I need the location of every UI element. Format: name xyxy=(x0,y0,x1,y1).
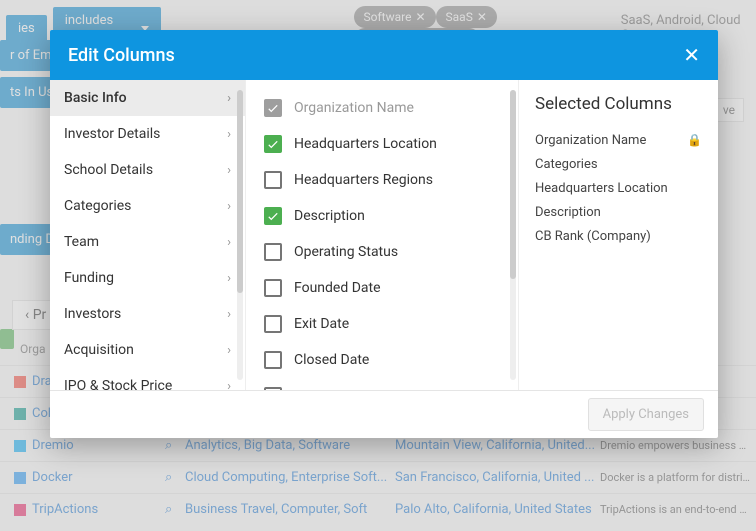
group-label: Acquisition xyxy=(64,342,134,358)
field-row-headquarters-regions[interactable]: Headquarters Regions xyxy=(246,162,518,198)
checkbox[interactable] xyxy=(264,171,282,189)
column-fields-list: Organization Name Headquarters Location He… xyxy=(246,80,518,390)
checkbox[interactable] xyxy=(264,135,282,153)
field-label: Exit Date xyxy=(294,316,349,332)
group-item-acquisition[interactable]: Acquisition › xyxy=(50,332,245,368)
selected-item[interactable]: Description xyxy=(535,200,702,224)
checkbox[interactable] xyxy=(264,315,282,333)
field-label: Headquarters Regions xyxy=(294,172,433,188)
group-item-school-details[interactable]: School Details › xyxy=(50,152,245,188)
selected-columns-title: Selected Columns xyxy=(535,94,702,114)
field-label: Operating Status xyxy=(294,244,398,260)
chevron-right-icon: › xyxy=(227,271,231,286)
group-item-basic-info[interactable]: Basic Info › xyxy=(50,80,245,116)
edit-columns-modal: Edit Columns ✕ Basic Info›Investor Detai… xyxy=(50,30,718,438)
chevron-right-icon: › xyxy=(227,199,231,214)
field-row-organization-name: Organization Name xyxy=(246,90,518,126)
group-label: IPO & Stock Price xyxy=(64,378,172,390)
chevron-right-icon: › xyxy=(227,343,231,358)
field-label: Company Type xyxy=(294,388,386,390)
group-item-funding[interactable]: Funding › xyxy=(50,260,245,296)
chevron-right-icon: › xyxy=(227,235,231,250)
selected-label: Organization Name xyxy=(535,133,646,148)
column-groups-list: Basic Info›Investor Details›School Detai… xyxy=(50,80,246,390)
field-row-exit-date[interactable]: Exit Date xyxy=(246,306,518,342)
modal-header: Edit Columns ✕ xyxy=(50,30,718,80)
field-row-description[interactable]: Description xyxy=(246,198,518,234)
checkbox[interactable] xyxy=(264,279,282,297)
group-item-categories[interactable]: Categories › xyxy=(50,188,245,224)
selected-label: Headquarters Location xyxy=(535,181,668,196)
selected-columns-panel: Selected Columns Organization Name 🔒 Categ… xyxy=(518,80,718,390)
selected-item[interactable]: CB Rank (Company) xyxy=(535,224,702,248)
field-label: Headquarters Location xyxy=(294,136,437,152)
group-label: Investor Details xyxy=(64,126,160,142)
group-item-ipo-stock-price[interactable]: IPO & Stock Price › xyxy=(50,368,245,390)
group-label: School Details xyxy=(64,162,153,178)
checkbox xyxy=(264,99,282,117)
selected-item[interactable]: Categories xyxy=(535,152,702,176)
field-row-closed-date[interactable]: Closed Date xyxy=(246,342,518,378)
checkbox[interactable] xyxy=(264,351,282,369)
group-label: Funding xyxy=(64,270,114,286)
selected-label: CB Rank (Company) xyxy=(535,229,651,244)
apply-changes-button[interactable]: Apply Changes xyxy=(588,398,704,431)
checkbox[interactable] xyxy=(264,387,282,390)
modal-footer: Apply Changes xyxy=(50,390,718,438)
group-label: Team xyxy=(64,234,99,250)
field-label: Description xyxy=(294,208,365,224)
selected-item[interactable]: Organization Name 🔒 xyxy=(535,128,702,152)
field-label: Founded Date xyxy=(294,280,381,296)
selected-label: Categories xyxy=(535,157,598,172)
group-item-team[interactable]: Team › xyxy=(50,224,245,260)
group-item-investors[interactable]: Investors › xyxy=(50,296,245,332)
modal-title: Edit Columns xyxy=(68,45,175,66)
field-label: Organization Name xyxy=(294,100,414,116)
checkbox[interactable] xyxy=(264,243,282,261)
chevron-right-icon: › xyxy=(227,91,231,106)
field-row-headquarters-location[interactable]: Headquarters Location xyxy=(246,126,518,162)
group-item-investor-details[interactable]: Investor Details › xyxy=(50,116,245,152)
group-label: Basic Info xyxy=(64,90,127,106)
close-icon[interactable]: ✕ xyxy=(683,45,700,65)
field-label: Closed Date xyxy=(294,352,369,368)
chevron-right-icon: › xyxy=(227,163,231,178)
field-row-company-type[interactable]: Company Type xyxy=(246,378,518,390)
selected-label: Description xyxy=(535,205,601,220)
lock-icon: 🔒 xyxy=(687,133,702,147)
chevron-right-icon: › xyxy=(227,379,231,391)
group-label: Categories xyxy=(64,198,131,214)
field-row-founded-date[interactable]: Founded Date xyxy=(246,270,518,306)
selected-item[interactable]: Headquarters Location xyxy=(535,176,702,200)
chevron-right-icon: › xyxy=(227,307,231,322)
field-row-operating-status[interactable]: Operating Status xyxy=(246,234,518,270)
group-label: Investors xyxy=(64,306,121,322)
chevron-right-icon: › xyxy=(227,127,231,142)
checkbox[interactable] xyxy=(264,207,282,225)
